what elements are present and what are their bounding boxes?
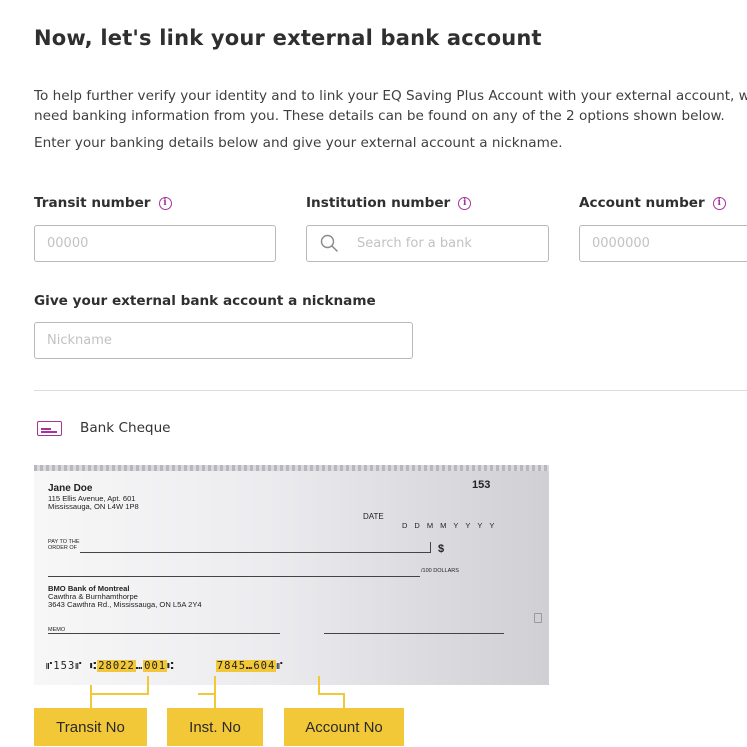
transit-label: Transit number i	[34, 195, 172, 211]
micr-transit: 28022	[97, 660, 136, 672]
instructions-text: Enter your banking details below and giv…	[34, 135, 563, 151]
info-icon[interactable]: i	[458, 196, 472, 210]
cheque-date-format: DDMMYYYY	[402, 521, 502, 530]
micr-account: 7845⑉604	[215, 660, 277, 672]
sample-cheque-image: Jane Doe 115 Ellis Avenue, Apt. 601 Miss…	[34, 465, 549, 685]
page-title: Now, let's link your external bank accou…	[34, 26, 542, 50]
transit-connector	[147, 676, 149, 695]
institution-label: Institution number i	[306, 195, 472, 211]
pay-to-label-2: ORDER OF	[48, 545, 78, 551]
info-icon[interactable]: i	[158, 196, 172, 210]
info-icon[interactable]: i	[712, 196, 726, 210]
transit-connector	[90, 693, 148, 695]
intro-text: To help further verify your identity and…	[34, 88, 747, 124]
transit-number-input[interactable]	[34, 225, 276, 262]
dollar-sign: $	[438, 543, 445, 555]
payee-line-end	[430, 542, 431, 553]
cheque-number: 153	[472, 479, 491, 491]
inst-connector	[214, 676, 216, 708]
nickname-input[interactable]	[34, 322, 413, 359]
cheque-icon	[37, 421, 62, 436]
cheque-date-label: DATE	[363, 512, 384, 521]
cheque-address-line2: Mississauga, ON L4W 1P8	[48, 502, 139, 511]
account-connector	[343, 693, 345, 708]
memo-line	[48, 633, 280, 634]
transit-connector	[90, 685, 92, 708]
dollars-label: /100 DOLLARS	[421, 568, 459, 574]
lock-icon	[534, 613, 542, 623]
institution-search	[306, 225, 549, 262]
institution-tag: Inst. No	[167, 708, 263, 746]
account-number-input[interactable]	[579, 225, 747, 262]
micr-line: ⑈153⑈ ⑆28022⑉001⑆ 7845⑉604⑈	[46, 660, 284, 672]
institution-label-text: Institution number	[306, 195, 451, 211]
account-connector	[318, 693, 344, 695]
amount-line	[48, 576, 420, 577]
micr-cheque-number: ⑈153⑈	[46, 660, 83, 672]
payee-line	[80, 552, 430, 553]
section-divider	[34, 390, 747, 391]
cheque-holder-name: Jane Doe	[48, 483, 93, 494]
account-label-text: Account number	[579, 195, 705, 211]
bank-address: 3643 Cawthra Rd., Mississauga, ON L5A 2Y…	[48, 600, 202, 609]
transit-tag: Transit No	[34, 708, 147, 746]
institution-search-input[interactable]	[306, 225, 549, 262]
inst-connector	[198, 693, 216, 695]
transit-label-text: Transit number	[34, 195, 151, 211]
section-title: Bank Cheque	[80, 420, 171, 436]
micr-institution: 001	[143, 660, 168, 672]
nickname-label: Give your external bank account a nickna…	[34, 293, 376, 309]
account-tag: Account No	[284, 708, 404, 746]
signature-line	[324, 633, 504, 634]
cheque-stripe	[34, 465, 549, 471]
account-label: Account number i	[579, 195, 726, 211]
